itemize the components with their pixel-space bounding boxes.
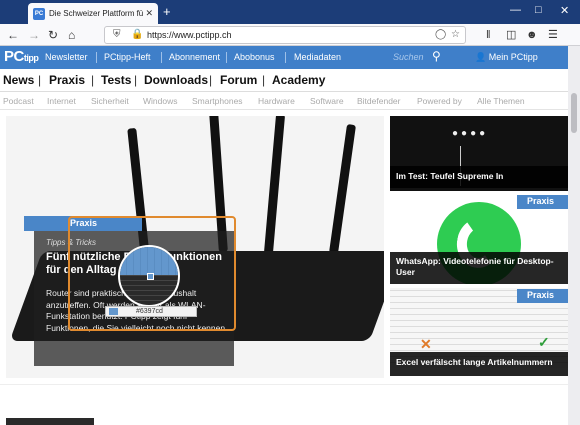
divider bbox=[285, 52, 286, 63]
menu-icon[interactable]: ☰ bbox=[548, 28, 558, 42]
color-swatch bbox=[109, 308, 118, 315]
topic-smartphones[interactable]: Smartphones bbox=[192, 96, 243, 106]
router-antenna bbox=[328, 124, 357, 254]
shield-icon[interactable]: ⛨ bbox=[113, 29, 121, 40]
account-link[interactable]: 👤 Mein PCtipp bbox=[475, 52, 538, 63]
lock-icon[interactable]: 🔒 bbox=[131, 29, 143, 40]
nav-praxis[interactable]: Praxis bbox=[49, 73, 85, 87]
main-navigation: News | Praxis | Tests | Downloads | Foru… bbox=[0, 69, 568, 92]
article-card-excel[interactable]: ✕ ✓ Praxis Excel verfälscht lange Artike… bbox=[390, 288, 568, 376]
bookmark-star-icon[interactable]: ☆ bbox=[451, 29, 460, 40]
card-title[interactable]: Im Test: Teufel Supreme In bbox=[396, 171, 564, 182]
topic-navigation: Podcast Internet Sicherheit Windows Smar… bbox=[0, 92, 568, 110]
library-icon[interactable]: ‖ bbox=[486, 28, 491, 42]
color-picker-magnifier bbox=[118, 245, 180, 307]
card-category-badge[interactable]: Praxis bbox=[517, 289, 568, 303]
check-icon: ✓ bbox=[538, 334, 550, 350]
nav-forum[interactable]: Forum bbox=[220, 73, 257, 87]
article-card-whatsapp[interactable]: Praxis WhatsApp: Videotelefonie für Desk… bbox=[390, 194, 568, 284]
sidebar-icon[interactable]: ◫ bbox=[506, 28, 516, 42]
web-page: PCtipp Newsletter PCtipp-Heft Abonnement… bbox=[0, 46, 568, 425]
divider bbox=[96, 52, 97, 63]
pocket-icon[interactable]: ◯ bbox=[435, 29, 446, 40]
scrollbar-thumb[interactable] bbox=[571, 93, 577, 133]
header-link-heft[interactable]: PCtipp-Heft bbox=[104, 52, 151, 62]
nav-downloads[interactable]: Downloads bbox=[144, 73, 208, 87]
topic-podcast[interactable]: Podcast bbox=[3, 96, 34, 106]
card-category-badge[interactable]: Praxis bbox=[517, 195, 568, 209]
nav-separator: | bbox=[209, 73, 213, 87]
topic-software[interactable]: Software bbox=[310, 96, 344, 106]
router-antenna bbox=[263, 116, 286, 255]
card-title[interactable]: Excel verfälscht lange Artikelnummern bbox=[396, 357, 564, 368]
color-readout: #6397cd bbox=[105, 306, 197, 317]
divider bbox=[226, 52, 227, 63]
search-input[interactable]: Suchen bbox=[393, 52, 424, 62]
card-title[interactable]: WhatsApp: Videotelefonie für Desktop-Use… bbox=[396, 256, 564, 278]
title-bar: PC Die Schweizer Plattform für Co ✕ + — … bbox=[0, 0, 580, 24]
new-tab-button[interactable]: + bbox=[163, 4, 171, 19]
color-hex-value: #6397cd bbox=[136, 308, 163, 315]
nav-separator: | bbox=[134, 73, 138, 87]
nav-separator: | bbox=[91, 73, 95, 87]
site-logo[interactable]: PCtipp bbox=[4, 48, 39, 65]
next-article-thumbnail[interactable] bbox=[6, 418, 94, 425]
topic-alle-themen[interactable]: Alle Themen bbox=[477, 96, 525, 106]
topic-powered-by[interactable]: Powered by bbox=[417, 96, 462, 106]
divider bbox=[161, 52, 162, 63]
topic-sicherheit[interactable]: Sicherheit bbox=[91, 96, 129, 106]
maximize-icon[interactable]: □ bbox=[535, 4, 542, 16]
browser-window: PC Die Schweizer Plattform für Co ✕ + — … bbox=[0, 0, 580, 425]
minimize-icon[interactable]: — bbox=[510, 4, 521, 16]
back-icon[interactable]: ← bbox=[7, 28, 19, 42]
forward-icon[interactable]: → bbox=[28, 28, 40, 42]
account-icon[interactable]: ☻ bbox=[526, 28, 538, 42]
nav-separator: | bbox=[262, 73, 266, 87]
picked-pixel bbox=[147, 273, 154, 280]
reload-icon[interactable]: ↻ bbox=[48, 28, 58, 42]
page-footer-area bbox=[0, 384, 568, 425]
nav-news[interactable]: News bbox=[3, 73, 34, 87]
search-icon[interactable]: ⚲ bbox=[432, 49, 441, 63]
article-card-teufel[interactable]: ●●●● Im Test: Teufel Supreme In bbox=[390, 116, 568, 191]
close-tab-icon[interactable]: ✕ bbox=[145, 8, 153, 19]
nav-separator: | bbox=[38, 73, 42, 87]
header-link-abonnement[interactable]: Abonnement bbox=[169, 52, 220, 62]
home-icon[interactable]: ⌂ bbox=[68, 28, 75, 42]
window-close-icon[interactable]: ✕ bbox=[560, 4, 569, 17]
site-header: PCtipp Newsletter PCtipp-Heft Abonnement… bbox=[0, 46, 568, 69]
tab-title: Die Schweizer Plattform für Co bbox=[49, 9, 144, 18]
browser-tab[interactable]: PC Die Schweizer Plattform für Co ✕ bbox=[28, 3, 158, 24]
url-text[interactable]: https://www.pctipp.ch bbox=[147, 30, 232, 40]
header-link-newsletter[interactable]: Newsletter bbox=[45, 52, 88, 62]
nav-academy[interactable]: Academy bbox=[272, 73, 325, 87]
topic-bitdefender[interactable]: Bitdefender bbox=[357, 96, 400, 106]
magnified-pixels bbox=[120, 247, 178, 275]
nav-tests[interactable]: Tests bbox=[101, 73, 131, 87]
header-link-mediadaten[interactable]: Mediadaten bbox=[294, 52, 341, 62]
cross-icon: ✕ bbox=[420, 336, 432, 352]
navigation-toolbar: ← → ↻ ⌂ ⛨ 🔒 https://www.pctipp.ch ◯ ☆ ‖ … bbox=[0, 24, 580, 46]
earbuds-image: ●●●● bbox=[452, 128, 489, 139]
topic-hardware[interactable]: Hardware bbox=[258, 96, 295, 106]
header-link-abobonus[interactable]: Abobonus bbox=[234, 52, 275, 62]
address-bar[interactable]: ⛨ 🔒 https://www.pctipp.ch ◯ ☆ bbox=[104, 26, 466, 44]
favicon-icon: PC bbox=[33, 7, 45, 20]
topic-windows[interactable]: Windows bbox=[143, 96, 177, 106]
topic-internet[interactable]: Internet bbox=[47, 96, 76, 106]
